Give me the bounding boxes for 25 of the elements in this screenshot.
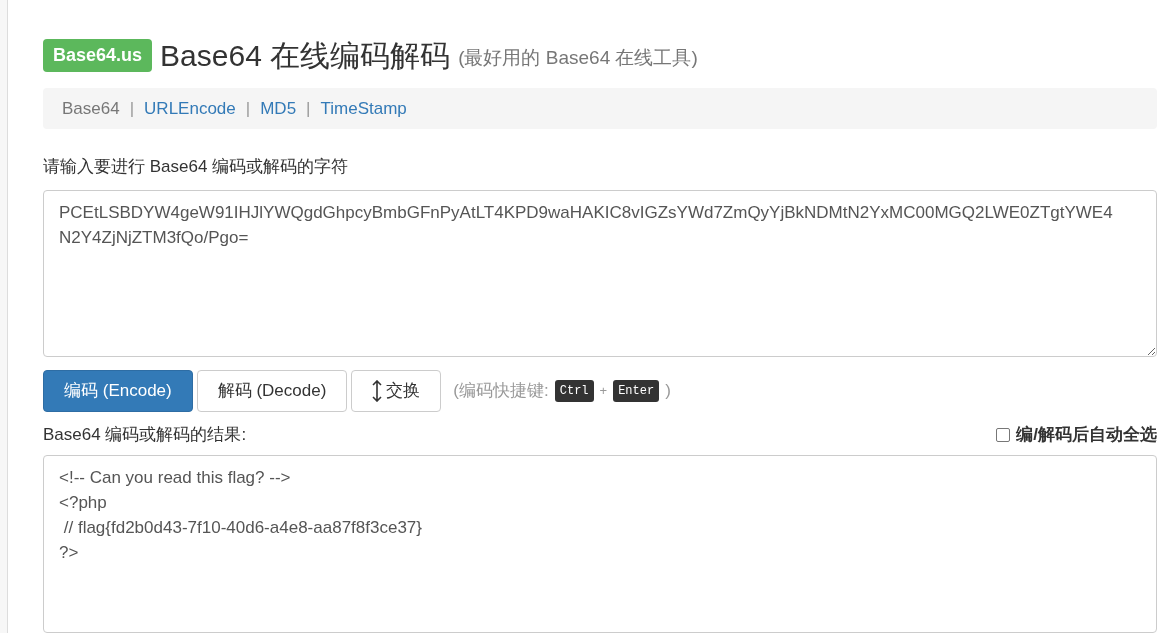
plus-sign: + — [599, 382, 608, 401]
up-down-arrow-icon — [372, 380, 383, 403]
input-label: 请输入要进行 Base64 编码或解码的字符 — [43, 155, 350, 178]
output-label: Base64 编码或解码的结果: — [43, 424, 247, 447]
nav-separator: | — [245, 97, 251, 120]
key-cap: Ctrl — [554, 380, 594, 403]
nav-link[interactable]: MD5 — [260, 95, 297, 121]
swap-button[interactable]: 交换 — [351, 370, 442, 413]
page-subtitle: (最好用的 Base64 在线工具) — [458, 46, 698, 71]
output-field[interactable]: <!-- Can you read this flag? --> <?php // flag{fd2b0d43-7f10-40d6-a4e8-aa87f8f3ce37} ?> — [43, 454, 1157, 633]
logo-badge: Base64.us — [43, 39, 153, 72]
shortcut-hint-end: ) — [665, 380, 671, 403]
checkbox-label: 编/解码后自动全选 — [1016, 424, 1157, 447]
nav-link[interactable]: URLEncode — [144, 95, 236, 121]
decode-button[interactable]: 解码 (Decode) — [196, 370, 348, 413]
nav-separator: | — [129, 97, 135, 120]
nav-link[interactable]: Base64 — [62, 95, 120, 121]
key-cap: Enter — [613, 380, 660, 403]
input-field[interactable]: PCEtLSBDYW4geW91IHJlYWQgdGhpcyBmbGFnPyAtLT4KPD9waHAKIC8vIGZsYWd7ZmQyYjBkNDMtN2YxMC00MGQ2LWE0ZTgtYWE4N2Y4ZjNjZTM3fQo/Pgo= — [43, 190, 1157, 358]
shortcut-hint: (编码快捷键: — [453, 380, 549, 403]
nav-separator: | — [306, 97, 311, 120]
encode-button[interactable]: 编码 (Encode) — [43, 370, 193, 413]
nav-link[interactable]: TimeStamp — [320, 95, 407, 121]
page-title: Base64 在线编码解码 — [160, 38, 451, 74]
checkbox[interactable] — [996, 427, 1011, 442]
